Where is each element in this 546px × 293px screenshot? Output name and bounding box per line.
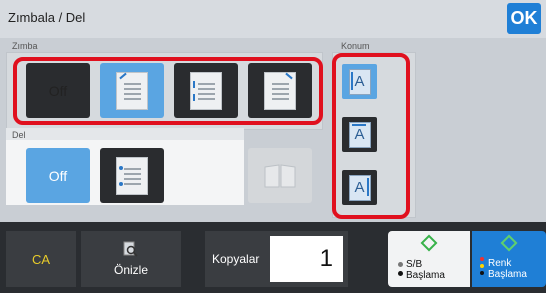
booklet-icon bbox=[264, 163, 296, 187]
color-start-icon bbox=[500, 234, 518, 252]
position-left-button[interactable]: A bbox=[342, 64, 377, 99]
position-right-letter: A bbox=[354, 179, 365, 196]
staple-section-label: Zımba bbox=[12, 41, 38, 51]
punch-two-holes-icon bbox=[116, 156, 148, 195]
position-right-button[interactable]: A bbox=[342, 170, 377, 205]
preview-icon bbox=[123, 241, 138, 257]
staple-one-corner-alt-icon bbox=[264, 71, 296, 110]
staple-one-corner-icon bbox=[116, 71, 148, 110]
color-start-label: Renk Başlama bbox=[488, 258, 527, 280]
punch-section-label: Del bbox=[12, 130, 26, 140]
position-top-icon: A bbox=[348, 121, 371, 148]
copies-label: Kopyalar bbox=[212, 252, 260, 266]
punch-two-holes-button[interactable] bbox=[100, 148, 164, 203]
ca-button[interactable]: CA bbox=[6, 231, 76, 287]
staple-off-label: Off bbox=[48, 82, 68, 99]
copies-input[interactable]: 1 bbox=[270, 236, 343, 282]
bw-start-button[interactable]: S/B Başlama bbox=[388, 231, 470, 287]
position-right-icon: A bbox=[348, 174, 371, 201]
position-section-label: Konum bbox=[341, 41, 370, 51]
staple-one-corner-alt-button[interactable] bbox=[248, 63, 312, 118]
booklet-button-disabled bbox=[248, 148, 312, 203]
staple-one-corner-button[interactable] bbox=[100, 63, 164, 118]
position-top-letter: A bbox=[354, 126, 365, 143]
position-left-icon: A bbox=[348, 68, 371, 95]
punch-off-label: Off bbox=[48, 167, 68, 184]
page-title: Zımbala / Del bbox=[8, 10, 86, 25]
color-start-button[interactable]: Renk Başlama bbox=[472, 231, 546, 287]
position-left-letter: A bbox=[354, 73, 365, 90]
bw-start-label: S/B Başlama bbox=[406, 259, 445, 281]
staple-two-left-button[interactable] bbox=[174, 63, 238, 118]
preview-button[interactable]: Önizle bbox=[81, 231, 181, 287]
staple-two-left-icon bbox=[190, 71, 222, 110]
preview-label: Önizle bbox=[113, 263, 148, 277]
position-top-button[interactable]: A bbox=[342, 117, 377, 152]
ok-button[interactable]: OK bbox=[507, 3, 541, 34]
staple-off-button[interactable]: Off bbox=[26, 63, 90, 118]
bw-start-icon bbox=[420, 234, 438, 252]
punch-off-button[interactable]: Off bbox=[26, 148, 90, 203]
